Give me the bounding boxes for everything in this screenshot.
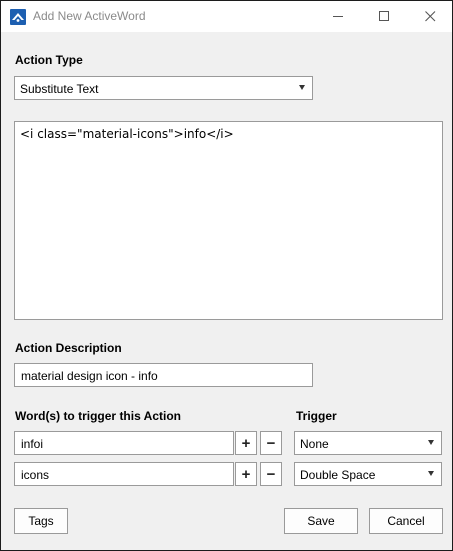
remove-word-button[interactable]: − [260,431,282,455]
activewords-logo-icon [10,9,26,25]
action-description-input[interactable]: material design icon - info [14,363,313,387]
add-word-button[interactable]: + [235,431,257,455]
trigger-select[interactable]: None [294,431,442,455]
tags-button[interactable]: Tags [14,508,68,534]
trigger-value: Double Space [300,468,376,482]
trigger-label: Trigger [296,409,337,423]
maximize-button[interactable] [361,1,407,32]
trigger-value: None [300,437,329,451]
maximize-icon [378,11,389,21]
close-button[interactable] [407,1,452,32]
trigger-words-label: Word(s) to trigger this Action [15,409,181,423]
minus-icon: − [266,465,276,483]
action-description-value: material design icon - info [21,369,158,383]
remove-word-button[interactable]: − [260,462,282,486]
save-button[interactable]: Save [284,508,358,534]
trigger-select[interactable]: Double Space [294,462,442,486]
action-type-value: Substitute Text [20,82,99,96]
trigger-word-input[interactable]: infoi [14,431,234,455]
minimize-icon [332,16,343,17]
window-title: Add New ActiveWord [33,9,146,23]
chevron-down-icon [428,471,434,476]
trigger-word-value: icons [21,468,50,482]
close-icon [424,11,435,22]
chevron-down-icon [299,85,305,90]
action-description-label: Action Description [15,341,122,355]
minimize-button[interactable] [315,1,361,32]
trigger-word-value: infoi [21,437,44,451]
chevron-down-icon [428,440,434,445]
trigger-word-input[interactable]: icons [14,462,234,486]
action-type-select[interactable]: Substitute Text [14,76,313,100]
action-type-label: Action Type [15,53,83,67]
add-activeword-window: Add New ActiveWord Action Type Substitut… [0,0,453,551]
substitute-text-value: <i class="material-icons">info</i> [20,127,234,141]
cancel-button[interactable]: Cancel [369,508,443,534]
add-word-button[interactable]: + [235,462,257,486]
minus-icon: − [266,434,276,452]
plus-icon: + [241,465,251,483]
title-bar: Add New ActiveWord [1,1,452,32]
plus-icon: + [241,434,251,452]
substitute-text-area[interactable]: <i class="material-icons">info</i> [14,121,443,320]
